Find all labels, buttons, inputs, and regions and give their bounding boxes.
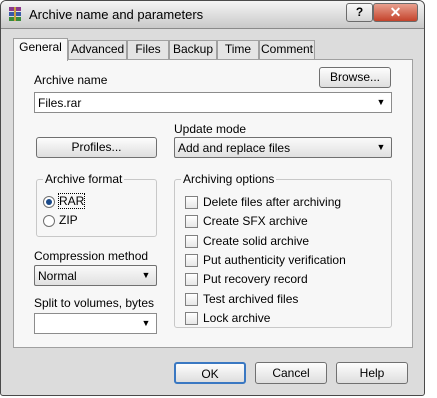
compression-method-select[interactable]: Normal ▼ [34, 265, 157, 286]
lock-archive-label[interactable]: Lock archive [203, 311, 270, 325]
test-archived-checkbox[interactable] [185, 293, 198, 306]
tab-general[interactable]: General [13, 38, 68, 61]
authenticity-verification-label[interactable]: Put authenticity verification [203, 253, 346, 267]
chevron-down-icon[interactable]: ▼ [374, 96, 388, 109]
tab-backup[interactable]: Backup [169, 40, 217, 59]
create-solid-label[interactable]: Create solid archive [203, 234, 309, 248]
general-tab-panel: Archive name Browse... Files.rar ▼ Updat… [13, 59, 413, 348]
tab-comment[interactable]: Comment [259, 40, 315, 59]
test-archived-label[interactable]: Test archived files [203, 292, 298, 306]
archive-format-title: Archive format [43, 172, 125, 186]
help-button[interactable]: Help [336, 362, 408, 384]
split-volumes-combo[interactable]: ▼ [34, 313, 157, 334]
update-mode-select[interactable]: Add and replace files ▼ [174, 137, 392, 158]
chevron-down-icon[interactable]: ▼ [139, 269, 153, 282]
compression-method-value: Normal [38, 269, 77, 283]
archive-name-combo[interactable]: Files.rar ▼ [34, 92, 392, 113]
create-solid-checkbox[interactable] [185, 235, 198, 248]
recovery-record-checkbox[interactable] [185, 273, 198, 286]
ok-button[interactable]: OK [174, 362, 246, 384]
lock-archive-checkbox[interactable] [185, 312, 198, 325]
update-mode-value: Add and replace files [178, 141, 291, 155]
chevron-down-icon[interactable]: ▼ [374, 141, 388, 154]
archive-format-group: Archive format RAR ZIP [36, 172, 157, 237]
create-sfx-label[interactable]: Create SFX archive [203, 214, 308, 228]
cancel-button[interactable]: Cancel [255, 362, 327, 384]
chevron-down-icon[interactable]: ▼ [139, 317, 153, 330]
archiving-options-group: Archiving options Delete files after arc… [174, 172, 392, 328]
update-mode-label: Update mode [174, 122, 247, 136]
authenticity-verification-checkbox[interactable] [185, 254, 198, 267]
tab-files[interactable]: Files [127, 40, 169, 59]
radio-selected-dot [46, 199, 52, 205]
close-button[interactable]: ✕ [373, 3, 418, 22]
winrar-app-icon [9, 7, 21, 21]
split-volumes-label: Split to volumes, bytes [34, 296, 155, 310]
title-help-button[interactable]: ? [346, 3, 373, 22]
tab-advanced[interactable]: Advanced [68, 40, 127, 59]
profiles-button[interactable]: Profiles... [36, 137, 157, 158]
zip-radio-label[interactable]: ZIP [59, 213, 78, 227]
browse-button[interactable]: Browse... [319, 67, 391, 88]
compression-method-label: Compression method [34, 249, 149, 263]
window-title: Archive name and parameters [29, 7, 204, 22]
dialog-window: Archive name and parameters ? ✕ General … [0, 0, 425, 396]
archiving-options-title: Archiving options [181, 172, 277, 186]
rar-radio[interactable] [43, 196, 55, 208]
recovery-record-label[interactable]: Put recovery record [203, 272, 308, 286]
title-bar[interactable]: Archive name and parameters ? ✕ [1, 1, 424, 29]
archive-name-value: Files.rar [38, 96, 82, 110]
archive-name-label: Archive name [34, 73, 108, 87]
delete-files-checkbox[interactable] [185, 196, 198, 209]
tab-time[interactable]: Time [217, 40, 259, 59]
create-sfx-checkbox[interactable] [185, 215, 198, 228]
zip-radio[interactable] [43, 215, 55, 227]
rar-radio-label[interactable]: RAR [57, 193, 86, 209]
delete-files-label[interactable]: Delete files after archiving [203, 195, 341, 209]
